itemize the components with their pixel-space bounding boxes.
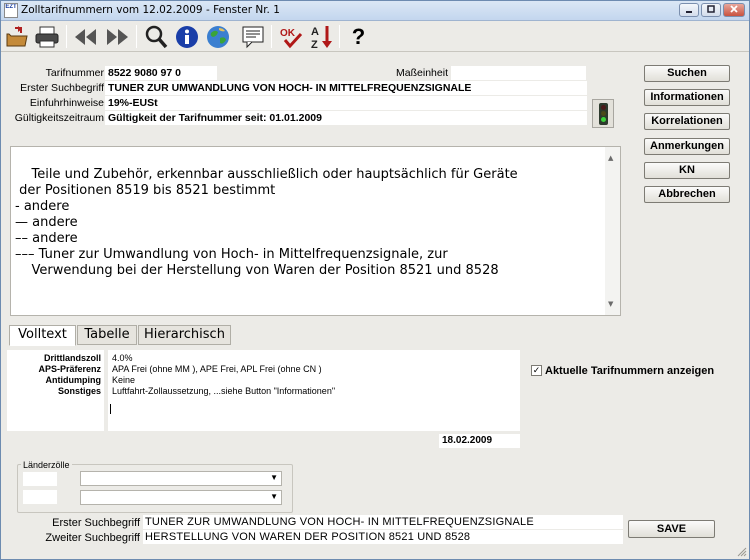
laenderzoelle-select-1[interactable]: ▼ xyxy=(80,471,282,486)
tab-volltext[interactable]: Volltext xyxy=(9,325,76,346)
suchen-button[interactable]: Suchen xyxy=(644,65,730,82)
print-button[interactable] xyxy=(33,23,60,50)
title-bar[interactable]: EZT Zolltarifnummern vom 12.02.2009 - Fe… xyxy=(1,1,749,21)
svg-text:OK: OK xyxy=(280,28,296,39)
einfuhrhinweise-label: Einfuhrhinweise xyxy=(29,97,104,109)
laenderzoelle-label: Länderzölle xyxy=(21,460,72,470)
details-values[interactable]: 4.0% APA Frei (ohne MM ), APE Frei, APL … xyxy=(108,350,520,431)
chevron-down-icon[interactable]: ▼ xyxy=(270,473,278,482)
close-icon xyxy=(730,5,738,13)
minimize-button[interactable] xyxy=(679,3,699,17)
first-record-button[interactable] xyxy=(72,23,99,50)
globe-icon xyxy=(206,25,229,48)
sort-button[interactable]: A Z xyxy=(308,23,335,50)
toolbar-separator xyxy=(136,25,137,48)
toolbar-separator xyxy=(271,25,272,48)
open-folder-icon xyxy=(6,25,28,46)
svg-text:A: A xyxy=(311,26,319,38)
print-icon xyxy=(35,26,58,47)
sort-az-icon: A Z xyxy=(311,25,332,50)
application-window: EZT Zolltarifnummern vom 12.02.2009 - Fe… xyxy=(0,0,750,560)
sonstiges-value: Luftfahrt-Zollaussetzung, ...siehe Butto… xyxy=(112,386,336,396)
aps-praeferenz-value: APA Frei (ohne MM ), APE Frei, APL Frei … xyxy=(112,364,322,374)
laenderzoelle-select-2[interactable]: ▼ xyxy=(80,490,282,505)
tarifnummer-label: Tarifnummer xyxy=(45,67,104,79)
help-icon: ? xyxy=(351,23,366,49)
informationen-button[interactable]: Informationen xyxy=(644,89,730,106)
abbrechen-button[interactable]: Abbrechen xyxy=(644,186,730,203)
bottom-erster-suchbegriff-label: Erster Suchbegriff xyxy=(52,517,140,529)
maximize-button[interactable] xyxy=(701,3,721,17)
scroll-down-icon[interactable]: ▼ xyxy=(608,296,613,312)
drittlandszoll-value: 4.0% xyxy=(112,353,133,363)
aktuelle-tarifnummern-label: Aktuelle Tarifnummern anzeigen xyxy=(545,365,715,377)
gueltigkeitszeitraum-field[interactable]: Gültigkeit der Tarifnummer seit: 01.01.2… xyxy=(105,111,587,125)
globe-button[interactable] xyxy=(204,23,231,50)
aktuelle-tarifnummern-checkbox[interactable]: ✓ xyxy=(531,365,542,376)
window-title: Zolltarifnummern vom 12.02.2009 - Fenste… xyxy=(21,4,280,16)
first-record-icon xyxy=(74,28,96,45)
resize-grip-icon[interactable] xyxy=(737,547,747,557)
drittlandszoll-label: Drittlandszoll xyxy=(43,353,101,363)
svg-text:Z: Z xyxy=(311,39,318,50)
tab-tabelle[interactable]: Tabelle xyxy=(77,325,137,345)
last-record-button[interactable] xyxy=(103,23,130,50)
check-icon: OK xyxy=(280,28,302,48)
toolbar-separator xyxy=(66,25,67,48)
date-field: 18.02.2009 xyxy=(439,434,520,448)
bottom-zweiter-suchbegriff-field[interactable]: HERSTELLUNG VON WAREN DER POSITION 8521 … xyxy=(143,530,623,544)
erster-suchbegriff-label: Erster Suchbegriff xyxy=(20,82,104,94)
maximize-icon xyxy=(707,5,715,13)
gueltigkeitszeitraum-label: Gültigkeitszeitraum xyxy=(14,112,104,124)
laenderzoelle-code-field-2[interactable] xyxy=(23,490,57,504)
scroll-up-icon[interactable]: ▲ xyxy=(608,150,613,166)
korrelationen-button[interactable]: Korrelationen xyxy=(644,113,730,130)
erster-suchbegriff-field[interactable]: TUNER ZUR UMWANDLUNG VON HOCH- IN MITTEL… xyxy=(105,81,587,95)
help-button[interactable]: ? xyxy=(345,23,372,50)
masseinheit-label: Maßeinheit xyxy=(396,67,448,79)
einfuhrhinweise-field[interactable]: 19%-EUSt xyxy=(105,96,587,110)
anmerkungen-button[interactable]: Anmerkungen xyxy=(644,138,730,155)
antidumping-label: Antidumping xyxy=(45,375,102,385)
app-logo-icon: EZT xyxy=(4,3,18,18)
description-text: Teile und Zubehör, erkennbar ausschließl… xyxy=(15,167,518,278)
minimize-icon xyxy=(686,11,692,13)
search-icon xyxy=(145,25,167,48)
bottom-erster-suchbegriff-field[interactable]: TUNER ZUR UMWANDLUNG VON HOCH- IN MITTEL… xyxy=(143,515,623,529)
check-button[interactable]: OK xyxy=(277,23,304,50)
notes-button[interactable] xyxy=(239,23,266,50)
info-button[interactable] xyxy=(173,23,200,50)
close-button[interactable] xyxy=(723,3,745,17)
toolbar-separator xyxy=(339,25,340,48)
traffic-light-icon xyxy=(599,103,608,125)
aps-praeferenz-label: APS-Präferenz xyxy=(38,364,101,374)
kn-button[interactable]: KN xyxy=(644,162,730,179)
sonstiges-label: Sonstiges xyxy=(57,386,101,396)
chevron-down-icon[interactable]: ▼ xyxy=(270,492,278,501)
tab-hierarchisch[interactable]: Hierarchisch xyxy=(138,325,231,345)
save-button[interactable]: SAVE xyxy=(628,520,715,538)
masseinheit-field[interactable] xyxy=(451,66,586,80)
traffic-light-indicator xyxy=(592,99,614,128)
notes-icon xyxy=(242,26,263,48)
toolbar: OK A Z ? xyxy=(1,21,749,52)
antidumping-value: Keine xyxy=(112,375,136,385)
text-cursor xyxy=(110,404,111,414)
tarifnummer-field[interactable]: 8522 9080 97 0 xyxy=(105,66,217,80)
description-scrollbar[interactable]: ▲ ▼ xyxy=(605,147,620,315)
last-record-icon xyxy=(106,28,128,45)
description-textarea[interactable]: Teile und Zubehör, erkennbar ausschließl… xyxy=(10,146,621,316)
bottom-zweiter-suchbegriff-label: Zweiter Suchbegriff xyxy=(45,532,140,544)
laenderzoelle-code-field-1[interactable] xyxy=(23,472,57,486)
info-icon xyxy=(175,25,198,48)
search-button[interactable] xyxy=(142,23,169,50)
details-labels: Drittlandszoll APS-Präferenz Antidumping… xyxy=(7,350,104,431)
open-button[interactable] xyxy=(3,23,30,50)
